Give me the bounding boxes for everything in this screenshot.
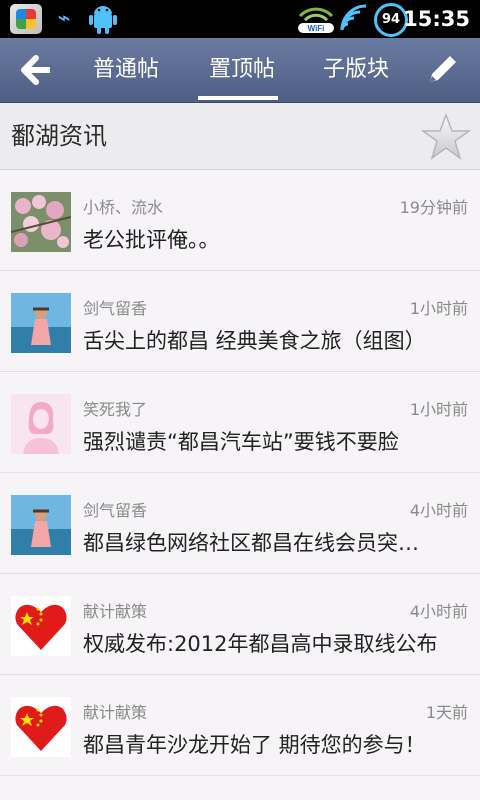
back-arrow-icon[interactable]: [12, 48, 56, 92]
post-title[interactable]: 都昌青年沙龙开始了 期待您的参与！: [83, 729, 463, 759]
clock: 15:35: [403, 7, 470, 31]
list-item[interactable]: 献计献策 4小时前 权威发布:2012年都昌高中录取线公布: [0, 574, 480, 675]
post-time: 1小时前: [409, 400, 468, 419]
heart-flag-avatar: [11, 596, 71, 656]
beach-avatar: [11, 495, 71, 555]
star-icon[interactable]: [420, 111, 472, 163]
section-header: 鄱湖资讯: [0, 103, 480, 170]
list-item[interactable]: 剑气留香 1小时前 舌尖上的都昌 经典美食之旅（组图）: [0, 271, 480, 372]
beach-avatar: [11, 293, 71, 353]
forum-title: 鄱湖资讯: [11, 122, 107, 150]
post-title[interactable]: 舌尖上的都昌 经典美食之旅（组图）: [83, 325, 463, 355]
post-title[interactable]: 老公批评俺。。: [83, 224, 463, 254]
post-author: 小桥、流水: [83, 198, 164, 217]
pink-silhouette-avatar: [11, 394, 71, 454]
post-author: 剑气留香: [83, 299, 148, 318]
active-tab-indicator: [198, 96, 278, 100]
post-title[interactable]: 强烈谴责“都昌汽车站”要钱不要脸: [83, 426, 463, 456]
post-author: 献计献策: [83, 703, 148, 722]
usb-icon: ⌁: [57, 6, 71, 31]
android-icon: [89, 6, 117, 34]
top-navigation: 普通帖 置顶帖 子版块: [0, 38, 480, 103]
post-time: 4小时前: [409, 501, 468, 520]
post-time: 4小时前: [409, 602, 468, 621]
tab-sub-forums[interactable]: 子版块: [310, 38, 402, 102]
heart-flag-avatar: [11, 697, 71, 757]
post-author: 笑死我了: [83, 400, 148, 419]
post-author: 剑气留香: [83, 501, 148, 520]
post-list: 小桥、流水 19分钟前 老公批评俺。。 剑气留香 1小时前 舌尖上的都昌 经典美…: [0, 170, 480, 776]
list-item[interactable]: 献计献策 1天前 都昌青年沙龙开始了 期待您的参与！: [0, 675, 480, 776]
list-item[interactable]: 小桥、流水 19分钟前 老公批评俺。。: [0, 170, 480, 271]
pencil-icon[interactable]: [420, 48, 464, 92]
flowers-avatar: [11, 192, 71, 252]
tab-normal-posts[interactable]: 普通帖: [80, 38, 172, 102]
signal-icon: [340, 4, 367, 31]
list-item[interactable]: 笑死我了 1小时前 强烈谴责“都昌汽车站”要钱不要脸: [0, 372, 480, 473]
post-title[interactable]: 都昌绿色网络社区都昌在线会员突…: [83, 527, 463, 557]
post-author: 献计献策: [83, 602, 148, 621]
wifi-icon: WiFi: [298, 7, 334, 33]
post-time: 19分钟前: [399, 198, 468, 217]
app-store-icon[interactable]: [10, 4, 42, 34]
svg-text:WiFi: WiFi: [308, 24, 325, 33]
battery-level: 94: [381, 12, 401, 27]
list-item[interactable]: 剑气留香 4小时前 都昌绿色网络社区都昌在线会员突…: [0, 473, 480, 574]
post-title[interactable]: 权威发布:2012年都昌高中录取线公布: [83, 628, 463, 658]
post-time: 1小时前: [409, 299, 468, 318]
post-time: 1天前: [425, 703, 468, 722]
status-bar: ⌁ WiFi 94 15:35: [0, 0, 480, 38]
tab-pinned-posts[interactable]: 置顶帖: [196, 38, 288, 102]
